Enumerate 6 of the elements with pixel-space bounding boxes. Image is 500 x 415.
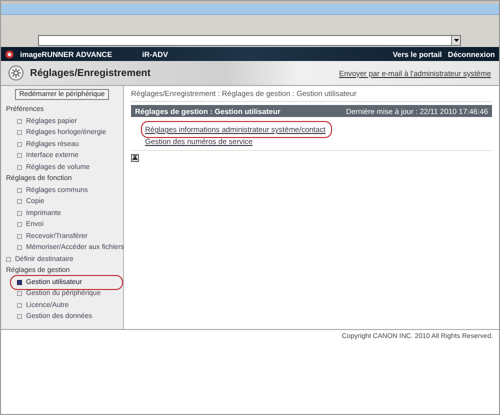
- logo-icon: [5, 50, 14, 58]
- back-to-top-icon[interactable]: [131, 154, 139, 162]
- address-field[interactable]: [38, 34, 461, 46]
- dropdown-arrow-icon: [454, 38, 458, 42]
- gear-icon: [8, 65, 24, 81]
- page-title: Réglages/Enregistrement: [30, 68, 151, 78]
